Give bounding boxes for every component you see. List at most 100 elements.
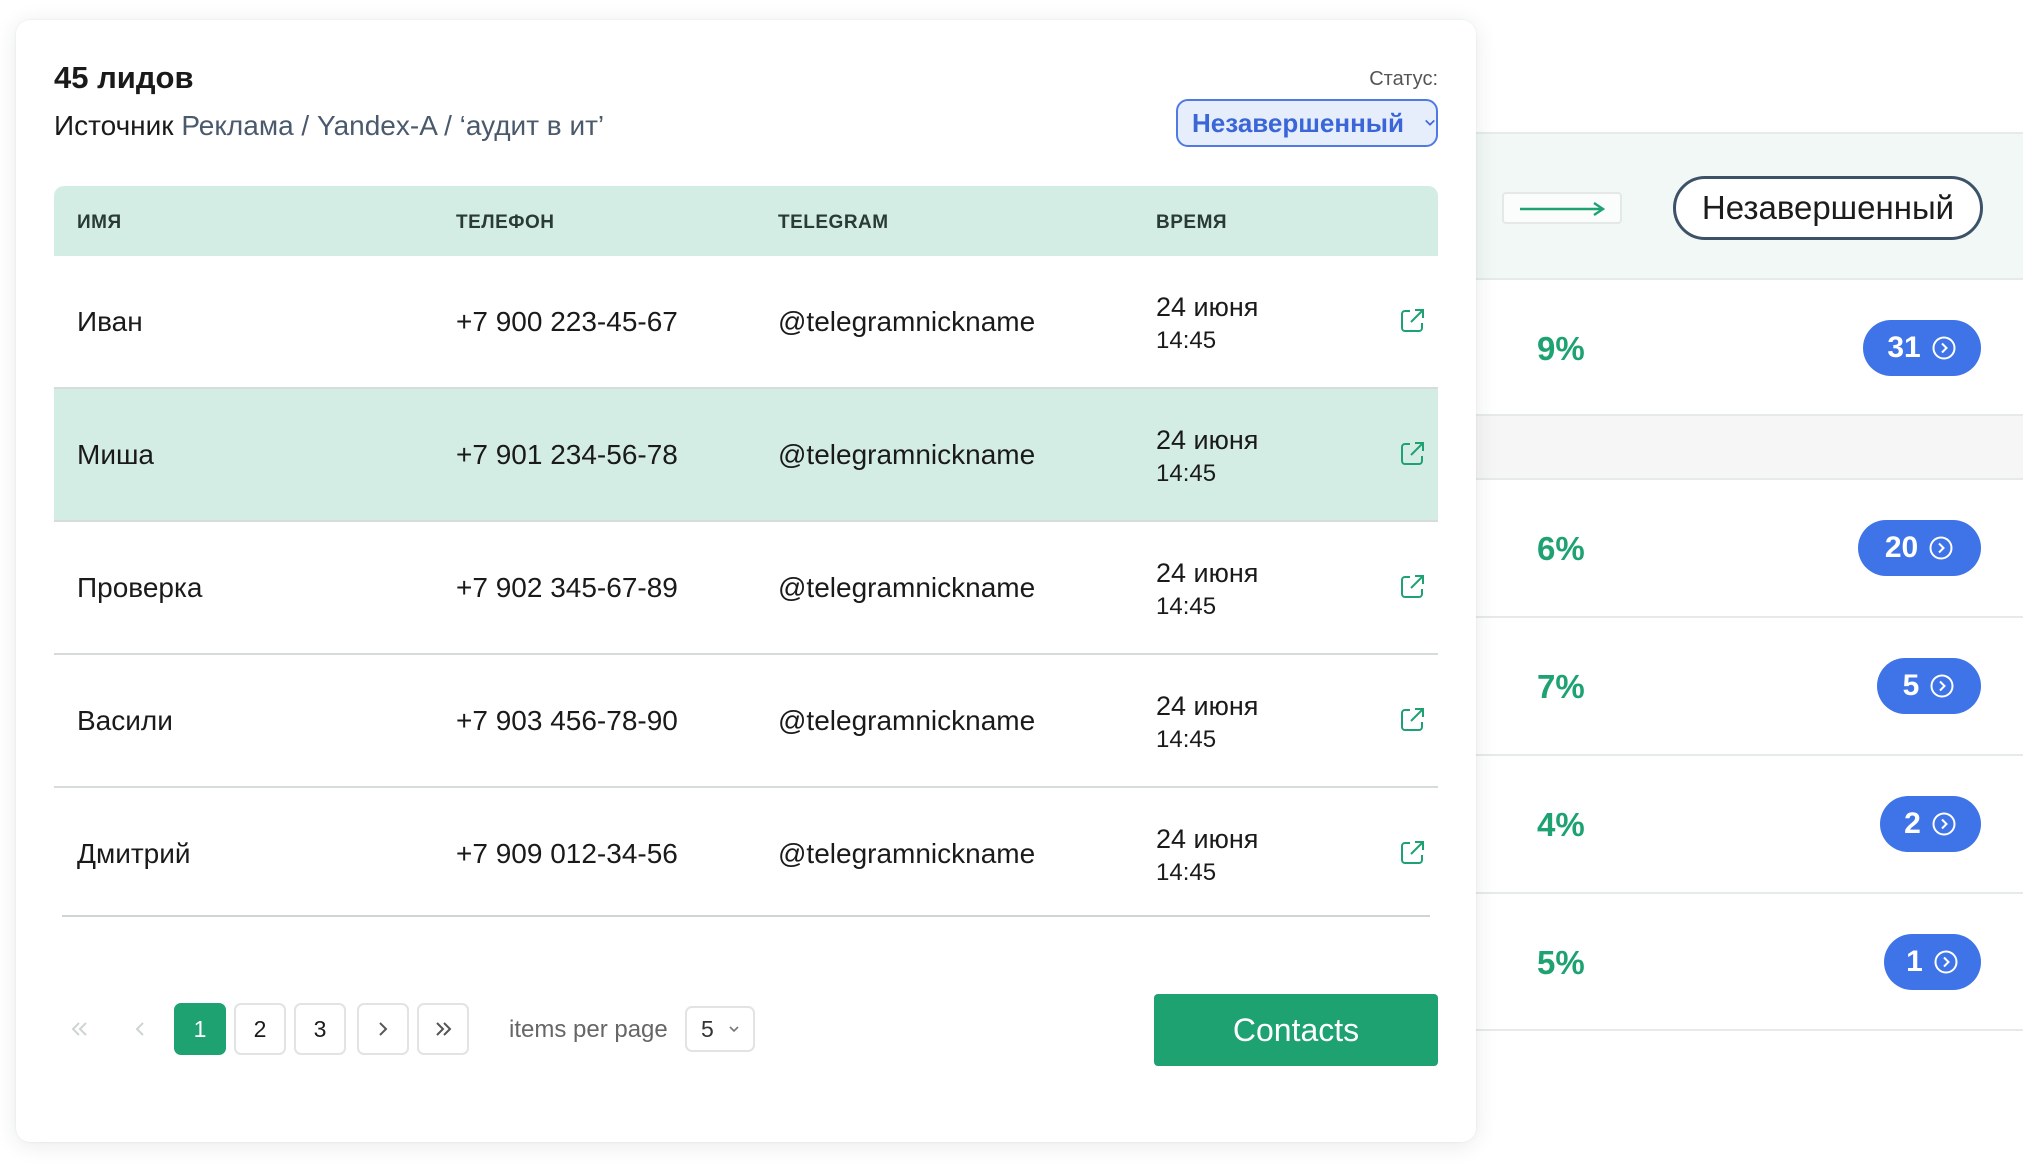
stats-row: 4% 2 <box>1460 756 2023 894</box>
cell-date: 24 июня <box>1156 824 1259 854</box>
cell-telegram: @telegramnickname <box>778 439 1036 470</box>
cell-phone: +7 903 456-78-90 <box>456 705 678 736</box>
chevron-down-icon <box>729 1026 739 1033</box>
double-chevron-left-icon <box>71 1022 87 1036</box>
cell-name: Иван <box>77 306 143 337</box>
chevron-circle-right-icon <box>1932 812 1956 836</box>
leads-card: 45 лидов Источник Реклама / Yandex-A / ‘… <box>16 20 1476 1142</box>
column-header-phone[interactable]: ТЕЛЕФОН <box>456 212 555 234</box>
stats-percent: 9% <box>1537 330 1585 367</box>
chevron-right-icon <box>379 1022 388 1036</box>
cell-date: 24 июня <box>1156 425 1259 455</box>
cell-clock: 14:45 <box>1156 726 1217 753</box>
items-per-page-value: 5 <box>701 1015 714 1042</box>
pagination-page-3[interactable]: 3 <box>294 1003 346 1055</box>
cell-time: 24 июня 14:45 <box>1156 556 1258 624</box>
items-per-page-select[interactable]: 5 <box>685 1006 755 1052</box>
cell-telegram: @telegramnickname <box>778 572 1036 603</box>
cell-date: 24 июня <box>1156 558 1259 588</box>
table-row[interactable]: Иван +7 900 223-45-67 @telegramnickname … <box>54 256 1438 389</box>
count-badge[interactable]: 1 <box>1884 934 1981 990</box>
pagination-prev-button[interactable] <box>114 1003 166 1055</box>
source-label: Источник <box>54 110 174 141</box>
cell-time: 24 июня 14:45 <box>1156 822 1258 890</box>
count-badge[interactable]: 5 <box>1877 658 1981 714</box>
count-badge[interactable]: 31 <box>1863 320 1981 376</box>
external-link-icon[interactable] <box>1397 705 1427 735</box>
table-row[interactable]: Проверка +7 902 345-67-89 @telegramnickn… <box>54 522 1438 655</box>
cell-clock: 14:45 <box>1156 327 1217 354</box>
source-line: Источник Реклама / Yandex-A / ‘аудит в и… <box>54 110 604 142</box>
cell-name: Миша <box>77 439 154 470</box>
chevron-circle-right-icon <box>1930 674 1954 698</box>
cell-phone: +7 902 345-67-89 <box>456 572 678 603</box>
arrow-right-icon <box>1502 192 1622 224</box>
cell-name: Дмитрий <box>77 838 191 869</box>
pagination-last-button[interactable] <box>417 1003 469 1055</box>
pagination-page-2[interactable]: 2 <box>234 1003 286 1055</box>
stats-percent: 7% <box>1537 668 1585 705</box>
stats-row: 9% 31 <box>1460 280 2023 416</box>
status-select-value: Незавершенный <box>1192 107 1404 138</box>
count-badge-value: 20 <box>1884 531 1919 564</box>
chevron-circle-right-icon <box>1934 950 1958 974</box>
chevron-down-icon <box>1425 119 1435 126</box>
stats-percent: 4% <box>1537 806 1585 843</box>
cell-date: 24 июня <box>1156 691 1259 721</box>
stats-percent: 6% <box>1537 530 1585 567</box>
cell-phone: +7 901 234-56-78 <box>456 439 678 470</box>
cell-name: Васили <box>77 705 173 736</box>
cell-telegram: @telegramnickname <box>778 705 1036 736</box>
column-header-name[interactable]: ИМЯ <box>77 212 122 234</box>
count-badge-value: 31 <box>1887 331 1921 364</box>
stats-row: 7% 5 <box>1460 618 2023 756</box>
cell-time: 24 июня 14:45 <box>1156 423 1258 491</box>
cell-clock: 14:45 <box>1156 859 1217 886</box>
cell-phone: +7 909 012-34-56 <box>456 838 678 869</box>
cell-phone: +7 900 223-45-67 <box>456 306 678 337</box>
table-bottom-divider <box>62 915 1430 917</box>
cell-clock: 14:45 <box>1156 460 1217 487</box>
items-per-page-label: items per page <box>509 1016 668 1043</box>
table-row[interactable]: Васили +7 903 456-78-90 @telegramnicknam… <box>54 655 1438 788</box>
chevron-circle-right-icon <box>1929 536 1953 560</box>
table-row[interactable]: Дмитрий +7 909 012-34-56 @telegramnickna… <box>54 788 1438 921</box>
count-badge-value: 2 <box>1904 807 1921 840</box>
pagination-page-1[interactable]: 1 <box>174 1003 226 1055</box>
cell-telegram: @telegramnickname <box>778 838 1036 869</box>
external-link-icon[interactable] <box>1397 439 1427 469</box>
column-header-telegram[interactable]: TELEGRAM <box>778 212 889 234</box>
background-status-pill[interactable]: Незавершенный <box>1673 176 1983 240</box>
stats-spacer-row <box>1460 416 2023 480</box>
cell-name: Проверка <box>77 572 203 603</box>
chevron-left-icon <box>135 1022 144 1036</box>
column-header-time[interactable]: ВРЕМЯ <box>1156 212 1227 234</box>
stats-row: 6% 20 <box>1460 480 2023 618</box>
external-link-icon[interactable] <box>1397 838 1427 868</box>
count-badge[interactable]: 20 <box>1858 520 1981 576</box>
cell-clock: 14:45 <box>1156 593 1217 620</box>
background-panel-header: Незавершенный <box>1460 134 2023 280</box>
cell-date: 24 июня <box>1156 292 1259 322</box>
stats-row: 5% 1 <box>1460 894 2023 1031</box>
table-header: ИМЯ ТЕЛЕФОН TELEGRAM ВРЕМЯ <box>54 186 1438 256</box>
cell-telegram: @telegramnickname <box>778 306 1036 337</box>
stats-percent: 5% <box>1537 944 1585 981</box>
count-badge[interactable]: 2 <box>1880 796 1981 852</box>
count-badge-value: 1 <box>1906 945 1923 978</box>
external-link-icon[interactable] <box>1397 572 1427 602</box>
status-select[interactable]: Незавершенный <box>1176 99 1438 147</box>
status-label: Статус: <box>1369 68 1438 90</box>
pagination-first-button[interactable] <box>54 1003 106 1055</box>
cell-time: 24 июня 14:45 <box>1156 689 1258 757</box>
contacts-button[interactable]: Contacts <box>1154 994 1438 1066</box>
source-value: Реклама / Yandex-A / ‘аудит в ит’ <box>181 110 605 141</box>
leads-count-title: 45 лидов <box>54 60 194 95</box>
chevron-circle-right-icon <box>1932 336 1956 360</box>
external-link-icon[interactable] <box>1397 306 1427 336</box>
double-chevron-right-icon <box>436 1022 452 1036</box>
cell-time: 24 июня 14:45 <box>1156 290 1258 358</box>
background-stats-panel: Незавершенный 9% 31 6% 20 7% 5 4% 2 5% 1 <box>1460 132 2023 1031</box>
pagination-next-button[interactable] <box>357 1003 409 1055</box>
table-row-highlighted[interactable]: Миша +7 901 234-56-78 @telegramnickname … <box>54 389 1438 522</box>
